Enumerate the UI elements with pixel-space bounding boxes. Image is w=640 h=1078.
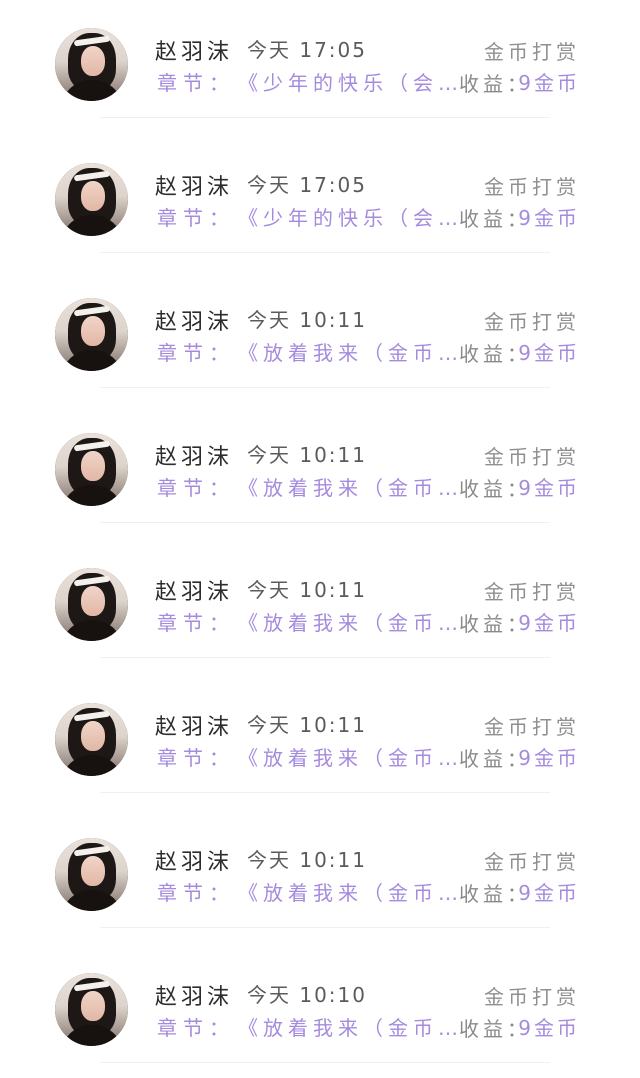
user-name[interactable]: 赵羽沫 <box>155 304 233 336</box>
timestamp: 今天 10:11 <box>247 578 367 602</box>
user-name[interactable]: 赵羽沫 <box>155 439 233 471</box>
user-name[interactable]: 赵羽沫 <box>155 169 233 201</box>
income-value: 9金币 <box>518 341 580 365</box>
chapter-title[interactable]: 《放着我来（金币… <box>238 607 456 636</box>
list-item[interactable]: 赵羽沫 今天 10:11 金币打赏 章节： 《放着我来（金币… 收益： 9金币 <box>0 270 640 390</box>
user-name[interactable]: 赵羽沫 <box>155 34 233 66</box>
reward-record-list: 赵羽沫 今天 17:05 金币打赏 章节： 《少年的快乐（会… 收益： 9金币 … <box>0 0 640 1078</box>
list-item[interactable]: 赵羽沫 今天 10:10 金币打赏 章节： 《放着我来（金币… 收益： 9金币 <box>0 945 640 1065</box>
avatar[interactable] <box>55 973 128 1046</box>
list-item[interactable]: 赵羽沫 今天 17:05 金币打赏 章节： 《少年的快乐（会… 收益： 9金币 <box>0 135 640 255</box>
timestamp: 今天 10:11 <box>247 848 367 872</box>
reward-type: 金币打赏 <box>484 985 580 1009</box>
divider <box>100 117 550 118</box>
avatar[interactable] <box>55 838 128 911</box>
user-name[interactable]: 赵羽沫 <box>155 709 233 741</box>
chapter-title[interactable]: 《放着我来（金币… <box>238 742 456 771</box>
income-value: 9金币 <box>518 881 580 905</box>
divider <box>100 927 550 928</box>
user-name[interactable]: 赵羽沫 <box>155 979 233 1011</box>
timestamp: 今天 10:10 <box>247 983 367 1007</box>
reward-type: 金币打赏 <box>484 445 580 469</box>
list-item[interactable]: 赵羽沫 今天 10:11 金币打赏 章节： 《放着我来（金币… 收益： 9金币 <box>0 675 640 795</box>
chapter-label: 章节： <box>157 881 235 905</box>
timestamp: 今天 17:05 <box>247 173 367 197</box>
chapter-label: 章节： <box>157 1016 235 1040</box>
reward-type: 金币打赏 <box>484 40 580 64</box>
reward-type: 金币打赏 <box>484 580 580 604</box>
avatar[interactable] <box>55 703 128 776</box>
chapter-label: 章节： <box>157 476 235 500</box>
divider <box>100 522 550 523</box>
avatar[interactable] <box>55 28 128 101</box>
avatar[interactable] <box>55 298 128 371</box>
income-value: 9金币 <box>518 611 580 635</box>
income-value: 9金币 <box>518 71 580 95</box>
income-value: 9金币 <box>518 1016 580 1040</box>
chapter-title[interactable]: 《少年的快乐（会… <box>238 67 456 96</box>
avatar[interactable] <box>55 163 128 236</box>
avatar[interactable] <box>55 433 128 506</box>
list-item[interactable]: 赵羽沫 今天 10:11 金币打赏 章节： 《放着我来（金币… 收益： 9金币 <box>0 810 640 930</box>
chapter-label: 章节： <box>157 341 235 365</box>
user-name[interactable]: 赵羽沫 <box>155 574 233 606</box>
reward-type: 金币打赏 <box>484 310 580 334</box>
reward-type: 金币打赏 <box>484 850 580 874</box>
list-item[interactable]: 赵羽沫 今天 17:05 金币打赏 章节： 《少年的快乐（会… 收益： 9金币 <box>0 0 640 120</box>
chapter-title[interactable]: 《放着我来（金币… <box>238 1012 456 1041</box>
divider <box>100 252 550 253</box>
divider <box>100 657 550 658</box>
divider <box>100 792 550 793</box>
divider <box>100 1062 550 1063</box>
income-value: 9金币 <box>518 206 580 230</box>
reward-type: 金币打赏 <box>484 715 580 739</box>
chapter-title[interactable]: 《少年的快乐（会… <box>238 202 456 231</box>
list-item[interactable]: 赵羽沫 今天 10:11 金币打赏 章节： 《放着我来（金币… 收益： 9金币 <box>0 405 640 525</box>
income-value: 9金币 <box>518 476 580 500</box>
chapter-title[interactable]: 《放着我来（金币… <box>238 337 456 366</box>
timestamp: 今天 10:11 <box>247 443 367 467</box>
chapter-title[interactable]: 《放着我来（金币… <box>238 472 456 501</box>
user-name[interactable]: 赵羽沫 <box>155 844 233 876</box>
chapter-title[interactable]: 《放着我来（金币… <box>238 877 456 906</box>
chapter-label: 章节： <box>157 71 235 95</box>
chapter-label: 章节： <box>157 746 235 770</box>
timestamp: 今天 17:05 <box>247 38 367 62</box>
timestamp: 今天 10:11 <box>247 713 367 737</box>
avatar[interactable] <box>55 568 128 641</box>
divider <box>100 387 550 388</box>
reward-type: 金币打赏 <box>484 175 580 199</box>
timestamp: 今天 10:11 <box>247 308 367 332</box>
income-value: 9金币 <box>518 746 580 770</box>
chapter-label: 章节： <box>157 611 235 635</box>
chapter-label: 章节： <box>157 206 235 230</box>
list-item[interactable]: 赵羽沫 今天 10:11 金币打赏 章节： 《放着我来（金币… 收益： 9金币 <box>0 540 640 660</box>
